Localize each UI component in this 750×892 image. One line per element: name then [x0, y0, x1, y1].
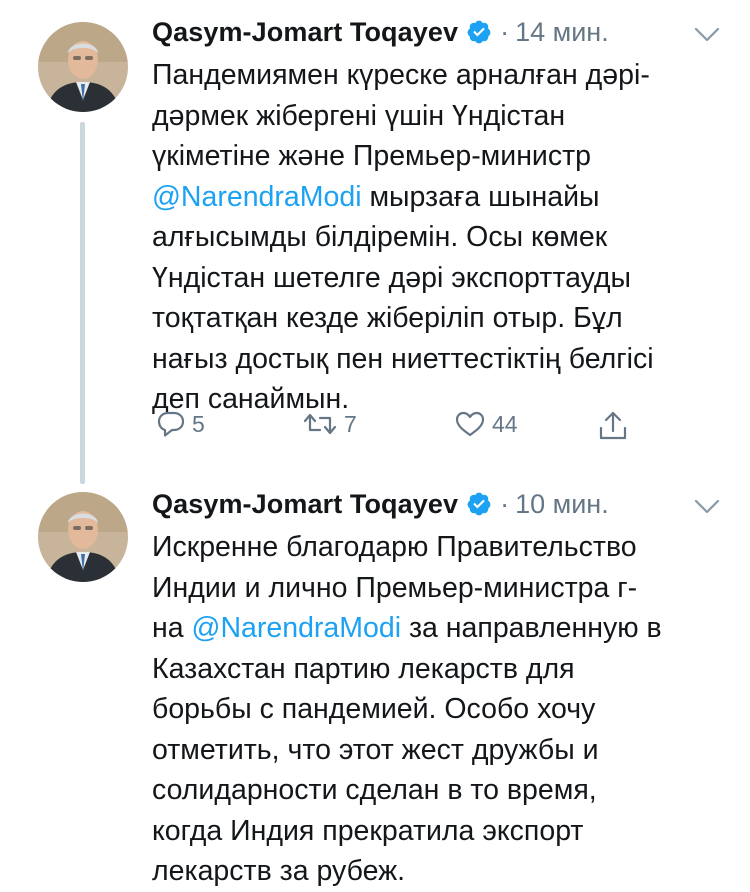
text-line: тоқтатқан кезде жіберіліп отыр. Бұл [152, 302, 623, 334]
retweet-icon [303, 413, 337, 435]
retweet-button[interactable]: 7 [302, 410, 357, 438]
verified-badge-icon [467, 492, 491, 516]
tweet[interactable]: Qasym-Jomart Toqayev · 10 мин. Искренне … [0, 480, 750, 887]
avatar[interactable] [38, 492, 128, 582]
tweet[interactable]: Qasym-Jomart Toqayev · 14 мин. Пандемиям… [0, 0, 750, 484]
like-count: 44 [492, 410, 518, 437]
avatar[interactable] [38, 22, 128, 112]
author-name[interactable]: Qasym-Jomart Toqayev [152, 17, 458, 48]
timestamp[interactable]: 10 мин. [515, 489, 609, 520]
tweet-actions: 5 7 44 [152, 410, 652, 450]
timestamp[interactable]: 14 мин. [515, 17, 609, 48]
reply-icon [157, 411, 185, 437]
author-name[interactable]: Qasym-Jomart Toqayev [152, 489, 458, 520]
text-line: Искренне благодарю Правительство [152, 531, 637, 563]
verified-badge-icon [467, 20, 491, 44]
heart-icon [455, 411, 485, 437]
text-line: когда Индия прекратила экспорт [152, 814, 584, 847]
text-line: дәрмек жібергені үшін Үндістан [152, 99, 566, 132]
text-line: @NarendraModi мырзаға шынайы [152, 180, 600, 213]
mention-link[interactable]: @NarendraModi [192, 612, 402, 644]
text-line: Пандемиямен күреске арналған дәрі- [152, 59, 650, 91]
share-icon [599, 411, 627, 440]
like-button[interactable]: 44 [454, 410, 518, 438]
text-line: борьбы с пандемией. Особо хочу [152, 693, 596, 725]
chevron-down-icon[interactable] [694, 499, 720, 515]
text-line: нағыз достық пен ниеттестіктің белгісі [152, 342, 654, 375]
text-line: на @NarendraModi за направленную в [152, 612, 662, 644]
tweet-text: Пандемиямен күреске арналған дәрі- дәрме… [152, 55, 732, 420]
text-line: Индии и лично Премьер-министра г- [152, 571, 638, 604]
tweet-header: Qasym-Jomart Toqayev · 10 мин. [152, 484, 609, 524]
text-line: солидарности сделан в то время, [152, 774, 597, 806]
reply-button[interactable]: 5 [156, 410, 205, 438]
text-line: үкіметіне және Премьер-министр [152, 140, 592, 172]
tweet-text: Искренне благодарю Правительство Индии и… [152, 527, 732, 892]
share-button[interactable] [598, 410, 628, 442]
mention-link[interactable]: @NarendraModi [152, 181, 362, 213]
separator: · [500, 488, 510, 519]
text-line: лекарств за рубеж. [152, 855, 406, 887]
text-line: Үндістан шетелге дәрі экспорттауды [152, 261, 632, 294]
thread-line [80, 122, 85, 484]
separator: · [500, 16, 510, 47]
text-line: отметить, что этот жест дружбы и [152, 733, 599, 766]
chevron-down-icon[interactable] [694, 27, 720, 43]
tweet-header: Qasym-Jomart Toqayev · 14 мин. [152, 12, 609, 52]
text-line: Казахстан партию лекарств для [152, 652, 575, 685]
reply-count: 5 [192, 410, 205, 437]
text-line: алғысымды білдіремін. Осы көмек [152, 221, 608, 253]
retweet-count: 7 [344, 410, 357, 437]
